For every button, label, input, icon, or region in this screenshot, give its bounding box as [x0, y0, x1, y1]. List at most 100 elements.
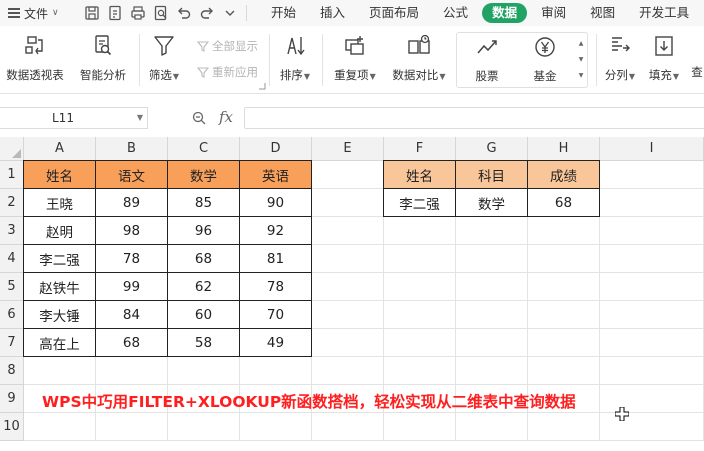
row-header-10[interactable]: 10	[0, 413, 24, 441]
stocks-button[interactable]: 股票	[461, 35, 513, 84]
table2-header-cell[interactable]: 成绩	[528, 161, 600, 189]
column-header-h[interactable]: H	[528, 137, 600, 161]
column-header-c[interactable]: C	[168, 137, 240, 161]
empty-cell[interactable]	[600, 273, 704, 301]
select-all-button[interactable]	[0, 137, 24, 161]
table1-cell[interactable]: 90	[240, 189, 312, 217]
column-header-f[interactable]: F	[384, 137, 456, 161]
table1-cell[interactable]: 85	[168, 189, 240, 217]
table1-cell[interactable]: 60	[168, 301, 240, 329]
empty-cell[interactable]	[384, 273, 456, 301]
table1-cell[interactable]: 68	[96, 329, 168, 357]
empty-cell[interactable]	[168, 357, 240, 385]
table2-cell[interactable]: 李二强	[384, 189, 456, 217]
table1-cell[interactable]: 李二强	[24, 245, 96, 273]
table1-cell[interactable]: 68	[168, 245, 240, 273]
duplicates-button[interactable]: 重复项▼	[330, 34, 380, 83]
pivot-table-button[interactable]: 数据透视表	[4, 34, 66, 83]
save-icon[interactable]	[84, 5, 100, 21]
empty-cell[interactable]	[456, 273, 528, 301]
row-header-6[interactable]: 6	[0, 301, 24, 329]
table1-cell[interactable]: 58	[168, 329, 240, 357]
table1-cell[interactable]: 84	[96, 301, 168, 329]
table2-cell[interactable]: 68	[528, 189, 600, 217]
table1-cell[interactable]: 高在上	[24, 329, 96, 357]
show-all-button[interactable]: 全部显示	[197, 38, 258, 54]
empty-cell[interactable]	[96, 413, 168, 441]
empty-cell[interactable]	[456, 357, 528, 385]
row-header-8[interactable]: 8	[0, 357, 24, 385]
table2-cell[interactable]: 数学	[456, 189, 528, 217]
table1-cell[interactable]: 49	[240, 329, 312, 357]
empty-cell[interactable]	[528, 273, 600, 301]
undo-icon[interactable]	[176, 5, 192, 21]
empty-cell[interactable]	[384, 413, 456, 441]
fill-button[interactable]: 填充▼	[646, 34, 682, 83]
empty-cell[interactable]	[600, 189, 704, 217]
empty-cell[interactable]	[600, 357, 704, 385]
empty-cell[interactable]	[312, 245, 384, 273]
lookup-entry-button[interactable]: 查	[690, 34, 704, 80]
empty-cell[interactable]	[168, 413, 240, 441]
tab-4[interactable]: 数据	[482, 3, 528, 23]
table1-header-cell[interactable]: 姓名	[24, 161, 96, 189]
empty-cell[interactable]	[312, 217, 384, 245]
zoom-icon[interactable]	[192, 111, 206, 125]
split-column-button[interactable]: 分列▼	[602, 34, 638, 83]
empty-cell[interactable]	[528, 413, 600, 441]
redo-icon[interactable]	[199, 5, 215, 21]
empty-cell[interactable]	[312, 301, 384, 329]
table1-cell[interactable]: 96	[168, 217, 240, 245]
table1-header-cell[interactable]: 数学	[168, 161, 240, 189]
column-header-a[interactable]: A	[24, 137, 96, 161]
table1-header-cell[interactable]: 英语	[240, 161, 312, 189]
gallery-scroll[interactable]: ▲ ▼ ▼	[577, 36, 585, 84]
empty-cell[interactable]	[312, 329, 384, 357]
row-header-9[interactable]: 9	[0, 385, 24, 413]
empty-cell[interactable]	[384, 245, 456, 273]
file-menu[interactable]: 文件 ∨	[0, 0, 74, 26]
empty-cell[interactable]	[600, 161, 704, 189]
tab-7[interactable]: 开发工具	[629, 3, 699, 23]
empty-cell[interactable]	[240, 357, 312, 385]
empty-cell[interactable]	[384, 357, 456, 385]
empty-cell[interactable]	[312, 273, 384, 301]
empty-cell[interactable]	[456, 329, 528, 357]
empty-cell[interactable]	[384, 329, 456, 357]
table1-cell[interactable]: 78	[240, 273, 312, 301]
empty-cell[interactable]	[600, 329, 704, 357]
table1-cell[interactable]: 78	[96, 245, 168, 273]
empty-cell[interactable]	[456, 413, 528, 441]
empty-cell[interactable]	[312, 413, 384, 441]
empty-cell[interactable]	[456, 217, 528, 245]
column-header-e[interactable]: E	[312, 137, 384, 161]
table2-header-cell[interactable]: 科目	[456, 161, 528, 189]
tab-1[interactable]: 插入	[310, 3, 355, 23]
tab-3[interactable]: 公式	[433, 3, 478, 23]
data-compare-button[interactable]: 数据对比▼	[388, 34, 450, 83]
table1-cell[interactable]: 62	[168, 273, 240, 301]
empty-cell[interactable]	[24, 413, 96, 441]
table1-cell[interactable]: 70	[240, 301, 312, 329]
table1-cell[interactable]: 89	[96, 189, 168, 217]
table1-cell[interactable]: 99	[96, 273, 168, 301]
print-preview-icon[interactable]	[153, 5, 169, 21]
tab-0[interactable]: 开始	[261, 3, 306, 23]
table1-cell[interactable]: 李大锤	[24, 301, 96, 329]
column-header-g[interactable]: G	[456, 137, 528, 161]
empty-cell[interactable]	[600, 217, 704, 245]
tab-2[interactable]: 页面布局	[359, 3, 429, 23]
print-icon[interactable]	[130, 5, 146, 21]
empty-cell[interactable]	[600, 245, 704, 273]
empty-cell[interactable]	[528, 301, 600, 329]
table1-cell[interactable]: 98	[96, 217, 168, 245]
empty-cell[interactable]	[456, 245, 528, 273]
column-header-b[interactable]: B	[96, 137, 168, 161]
column-header-d[interactable]: D	[240, 137, 312, 161]
table2-header-cell[interactable]: 姓名	[384, 161, 456, 189]
dialog-launcher-icon[interactable]	[258, 82, 266, 90]
customize-toolbar-icon[interactable]	[222, 5, 238, 21]
row-header-3[interactable]: 3	[0, 217, 24, 245]
empty-cell[interactable]	[384, 217, 456, 245]
row-header-4[interactable]: 4	[0, 245, 24, 273]
